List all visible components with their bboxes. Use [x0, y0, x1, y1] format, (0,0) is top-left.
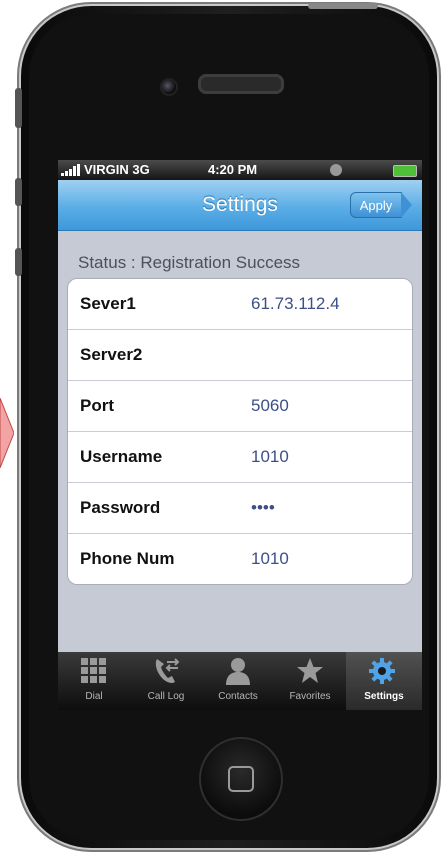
gear-icon — [369, 658, 395, 684]
field-label: Username — [80, 447, 163, 466]
contacts-icon — [226, 658, 250, 685]
volume-up-button — [15, 178, 22, 206]
apply-button-tip[interactable] — [401, 192, 412, 218]
registration-status: Status : Registration Success — [78, 253, 301, 272]
status-bar: VIRGIN 3G 4:20 PM — [58, 160, 422, 180]
tab-label: Call Log — [147, 691, 185, 702]
settings-table: Sever1 61.73.112.4 Server2 Port 5060 Use… — [67, 278, 413, 585]
password-input[interactable]: •••• — [251, 498, 275, 518]
clock: 4:20 PM — [208, 162, 258, 177]
mute-switch — [15, 88, 22, 128]
tab-label: Contacts — [218, 691, 258, 702]
carrier-label: VIRGIN 3G — [84, 162, 150, 177]
signal-icon — [61, 164, 80, 176]
phone-num-input[interactable]: 1010 — [251, 549, 289, 569]
power-button — [308, 3, 378, 9]
earpiece-speaker — [198, 74, 284, 94]
field-label: Server2 — [80, 345, 143, 364]
field-row-password[interactable]: Password •••• — [68, 483, 412, 534]
home-square-icon — [228, 766, 254, 792]
tab-contacts[interactable]: Contacts — [202, 652, 274, 710]
call-log-icon — [155, 658, 180, 683]
arrow-hint-icon — [0, 398, 14, 468]
field-row-port[interactable]: Port 5060 — [68, 381, 412, 432]
field-row-server2[interactable]: Server2 — [68, 330, 412, 381]
field-label: Sever1 — [80, 294, 136, 313]
tab-dial[interactable]: Dial — [58, 652, 130, 710]
nav-bar: Settings Apply — [58, 180, 422, 231]
field-row-sever1[interactable]: Sever1 61.73.112.4 — [68, 279, 412, 330]
volume-down-button — [15, 248, 22, 276]
tab-favorites[interactable]: Favorites — [274, 652, 346, 710]
keypad-icon — [81, 658, 106, 683]
tab-label: Dial — [85, 691, 103, 702]
field-label: Password — [80, 498, 161, 517]
tab-settings[interactable]: Settings — [346, 652, 422, 710]
home-button[interactable] — [199, 737, 283, 821]
field-label: Phone Num — [80, 549, 175, 568]
screen: VIRGIN 3G 4:20 PM Settings Apply Status … — [58, 160, 422, 710]
port-input[interactable]: 5060 — [251, 396, 289, 416]
field-label: Port — [80, 396, 114, 415]
battery-icon — [393, 165, 417, 177]
tab-bar: Dial Call Log Contacts Favorites Setting… — [58, 652, 422, 710]
server1-input[interactable]: 61.73.112.4 — [251, 294, 340, 314]
tab-label: Settings — [364, 691, 404, 702]
front-camera — [160, 78, 178, 96]
username-input[interactable]: 1010 — [251, 447, 289, 467]
tab-label: Favorites — [289, 691, 331, 702]
apply-button[interactable]: Apply — [350, 192, 402, 218]
field-row-username[interactable]: Username 1010 — [68, 432, 412, 483]
star-icon — [297, 658, 323, 683]
tab-call-log[interactable]: Call Log — [130, 652, 202, 710]
sync-icon — [330, 164, 342, 176]
field-row-phone-num[interactable]: Phone Num 1010 — [68, 534, 412, 584]
